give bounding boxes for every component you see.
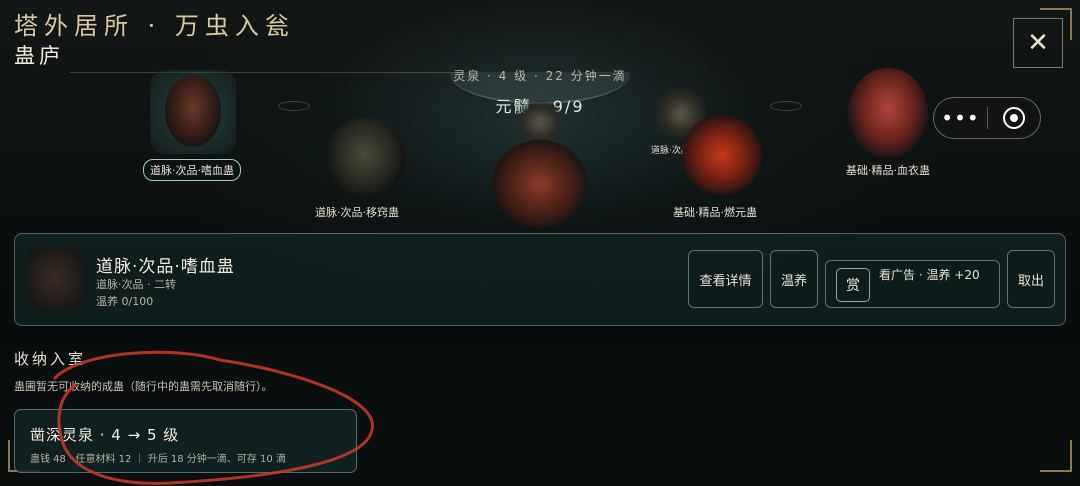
ad-nurture-label: 看广告 · 温养 +20	[879, 268, 980, 282]
creature-thumbnail	[27, 249, 83, 309]
spring-info: 灵泉 · 4 级 · 22 分钟一滴	[453, 69, 627, 83]
upgrade-detail: 蛊钱 48 · 任意材料 12 ｜ 升后 18 分钟一滴、可存 10 滴	[30, 454, 286, 465]
slot-ring	[278, 101, 310, 111]
reward-badge: 赏	[836, 268, 870, 302]
capsule-close-button[interactable]	[988, 107, 1040, 129]
creature-label[interactable]: 道脉·次品·嗜血蛊	[143, 159, 241, 181]
creature-grade: 道脉·次品 · 二转	[96, 278, 176, 291]
creature-name: 道脉·次品·嗜血蛊	[96, 257, 235, 277]
page-subtitle: 蛊庐	[14, 44, 64, 68]
mini-program-capsule: •••	[933, 97, 1041, 139]
frame-corner-bottom-right	[1040, 440, 1072, 472]
more-dots-icon[interactable]: •••	[934, 98, 987, 138]
target-icon	[1002, 107, 1025, 129]
store-section-desc: 蛊圃暂无可收纳的成蛊（随行中的蛊需先取消随行）。	[14, 380, 273, 393]
close-button[interactable]: ✕	[1013, 18, 1063, 68]
view-details-button[interactable]: 查看详情	[688, 250, 763, 308]
creature-sprite-burn-gu[interactable]	[682, 115, 762, 195]
creature-sprite-center-small[interactable]	[515, 100, 565, 145]
close-icon: ✕	[1027, 28, 1049, 58]
creature-label[interactable]: 基础·精品·血衣蛊	[846, 162, 930, 178]
creature-sprite-move-gu[interactable]	[325, 118, 405, 198]
nurture-button[interactable]: 温养	[770, 250, 818, 308]
slot-ring	[770, 101, 802, 111]
creature-sprite-bloodcoat-gu[interactable]	[848, 68, 928, 158]
creature-sprite-center-red[interactable]	[492, 140, 587, 228]
page-title: 塔外居所 · 万虫入瓮	[14, 12, 295, 40]
creature-label[interactable]: 基础·精品·燃元蛊	[673, 204, 757, 220]
store-section-title: 收纳入室	[14, 350, 87, 368]
upgrade-title: 凿深灵泉 · 4 → 5 级	[30, 426, 180, 444]
withdraw-button[interactable]: 取出	[1007, 250, 1055, 308]
creature-sprite-blood-gu[interactable]	[165, 75, 221, 147]
creature-label[interactable]: 道脉·次品·移窍蛊	[315, 204, 399, 220]
header-divider	[70, 72, 460, 73]
creature-nurture: 温养 0/100	[96, 295, 154, 308]
